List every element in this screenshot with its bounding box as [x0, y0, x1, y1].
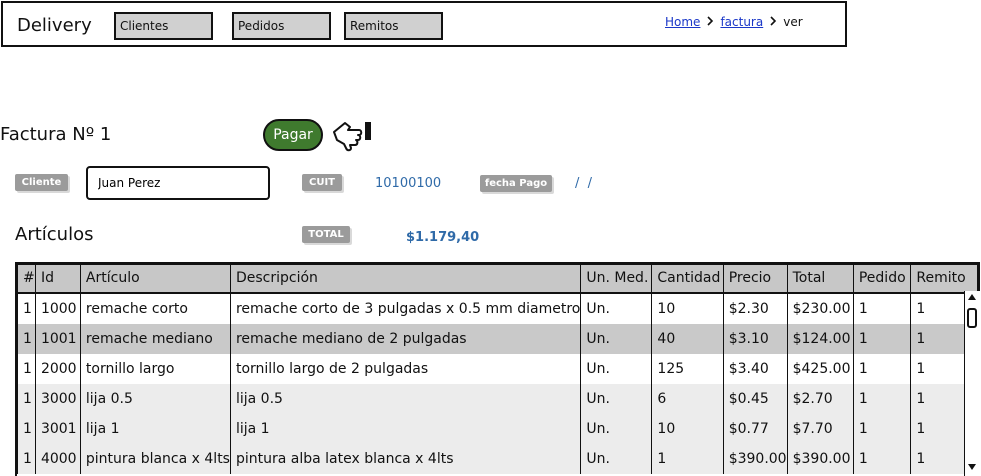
cell-unidad: Un. [580, 323, 653, 354]
cell-cantidad: 1 [651, 443, 724, 474]
cell-pedido: 1 [852, 413, 912, 444]
cell-pedido: 1 [852, 323, 912, 354]
col-header-articulo[interactable]: Artículo [79, 264, 231, 294]
table-row[interactable]: 1 1001 remache mediano remache mediano de 2… [17, 323, 978, 354]
cell-articulo: remache mediano [79, 323, 231, 354]
cell-unidad: Un. [580, 353, 653, 384]
col-header-number[interactable]: # [17, 264, 36, 294]
col-header-id[interactable]: Id [34, 264, 81, 294]
table-row[interactable]: 1 1000 remache corto remache corto de 3 pul… [17, 292, 978, 324]
nav-button-remitos[interactable]: Remitos [344, 12, 443, 40]
cell-cantidad: 10 [651, 413, 724, 444]
total-value: $1.179,40 [406, 230, 480, 245]
col-header-unidad[interactable]: Un. Med. [580, 264, 653, 294]
cell-cantidad: 125 [651, 353, 724, 384]
nav-button-pedidos[interactable]: Pedidos [232, 12, 331, 40]
cell-precio: $390.00 [722, 443, 788, 474]
cell-unidad: Un. [580, 443, 653, 474]
page-title: Factura Nº 1 [0, 124, 112, 145]
cell-unidad: Un. [580, 413, 653, 444]
cuit-label: CUIT [302, 174, 342, 191]
cell-number: 1 [17, 413, 36, 444]
fecha-pago-label: fecha Pago [480, 175, 552, 192]
cell-descripcion: remache corto de 3 pulgadas x 0.5 mm dia… [229, 292, 582, 324]
cell-number: 1 [17, 292, 36, 324]
cell-total: $230.00 [786, 292, 854, 324]
cell-articulo: remache corto [79, 292, 231, 324]
app-title: Delivery [17, 15, 92, 36]
pay-button[interactable]: Pagar [263, 119, 323, 151]
cell-articulo: lija 0.5 [79, 383, 231, 414]
scroll-thumb[interactable] [967, 308, 977, 328]
cell-id: 1001 [34, 323, 81, 354]
breadcrumb-home-link[interactable]: Home [665, 15, 700, 29]
thumb-pointing-icon [331, 117, 375, 153]
cell-number: 1 [17, 323, 36, 354]
cell-precio: $3.10 [722, 323, 788, 354]
cell-id: 3001 [34, 413, 81, 444]
cell-id: 4000 [34, 443, 81, 474]
table-row[interactable]: 1 3001 lija 1 lija 1 Un. 10 $0.77 $7.70 1 1 [17, 413, 978, 444]
col-header-remito[interactable]: Remito [910, 264, 978, 294]
table-row[interactable]: 1 4000 pintura blanca x 4lts pintura alba l… [17, 443, 978, 474]
section-title: Artículos [15, 224, 94, 245]
col-header-cantidad[interactable]: Cantidad [651, 264, 724, 294]
breadcrumb-factura-link[interactable]: factura [720, 15, 763, 29]
cell-descripcion: tornillo largo de 2 pulgadas [229, 353, 582, 384]
col-header-descripcion[interactable]: Descripción [229, 264, 582, 294]
cell-precio: $0.77 [722, 413, 788, 444]
cell-descripcion: lija 1 [229, 413, 582, 444]
chevron-right-icon [703, 15, 717, 29]
scroll-up-arrow-icon[interactable] [967, 292, 977, 301]
cell-precio: $3.40 [722, 353, 788, 384]
top-bar: Delivery Clientes Pedidos Remitos Home f… [1, 1, 847, 47]
cell-articulo: lija 1 [79, 413, 231, 444]
cell-id: 2000 [34, 353, 81, 384]
cell-cantidad: 40 [651, 323, 724, 354]
table-header-row: # Id Artículo Descripción Un. Med. Canti… [17, 264, 978, 294]
cell-descripcion: lija 0.5 [229, 383, 582, 414]
table-row[interactable]: 1 2000 tornillo largo tornillo largo de 2 p… [17, 353, 978, 384]
cell-precio: $0.45 [722, 383, 788, 414]
total-label: TOTAL [302, 226, 350, 243]
cell-number: 1 [17, 383, 36, 414]
cell-precio: $2.30 [722, 292, 788, 324]
cell-pedido: 1 [852, 383, 912, 414]
cell-descripcion: remache mediano de 2 pulgadas [229, 323, 582, 354]
breadcrumb: Home factura ver [665, 15, 803, 29]
cell-unidad: Un. [580, 292, 653, 324]
table-scrollbar[interactable] [964, 291, 980, 476]
cell-articulo: tornillo largo [79, 353, 231, 384]
fecha-pago-value: / / [575, 176, 593, 191]
cell-pedido: 1 [852, 443, 912, 474]
table-row[interactable]: 1 3000 lija 0.5 lija 0.5 Un. 6 $0.45 $2.70 1 1 [17, 383, 978, 414]
cell-number: 1 [17, 443, 36, 474]
col-header-precio[interactable]: Precio [722, 264, 788, 294]
cell-pedido: 1 [852, 353, 912, 384]
nav-button-clientes[interactable]: Clientes [114, 12, 213, 40]
col-header-total[interactable]: Total [786, 264, 854, 294]
cell-total: $425.00 [786, 353, 854, 384]
cell-number: 1 [17, 353, 36, 384]
cell-cantidad: 6 [651, 383, 724, 414]
cell-total: $2.70 [786, 383, 854, 414]
articles-table: # Id Artículo Descripción Un. Med. Canti… [15, 262, 980, 476]
cell-total: $124.00 [786, 323, 854, 354]
cell-cantidad: 10 [651, 292, 724, 324]
breadcrumb-current: ver [783, 15, 803, 29]
cell-id: 1000 [34, 292, 81, 324]
col-header-pedido[interactable]: Pedido [852, 264, 912, 294]
chevron-right-icon [766, 15, 780, 29]
cell-total: $7.70 [786, 413, 854, 444]
cliente-label: Cliente [15, 174, 68, 191]
cell-id: 3000 [34, 383, 81, 414]
cell-descripcion: pintura alba latex blanca x 4lts [229, 443, 582, 474]
cell-total: $390.00 [786, 443, 854, 474]
cliente-input[interactable] [86, 166, 270, 200]
cell-articulo: pintura blanca x 4lts [79, 443, 231, 474]
cell-pedido: 1 [852, 292, 912, 324]
cuit-value: 10100100 [375, 176, 442, 191]
cell-unidad: Un. [580, 383, 653, 414]
scroll-down-arrow-icon[interactable] [967, 463, 977, 472]
